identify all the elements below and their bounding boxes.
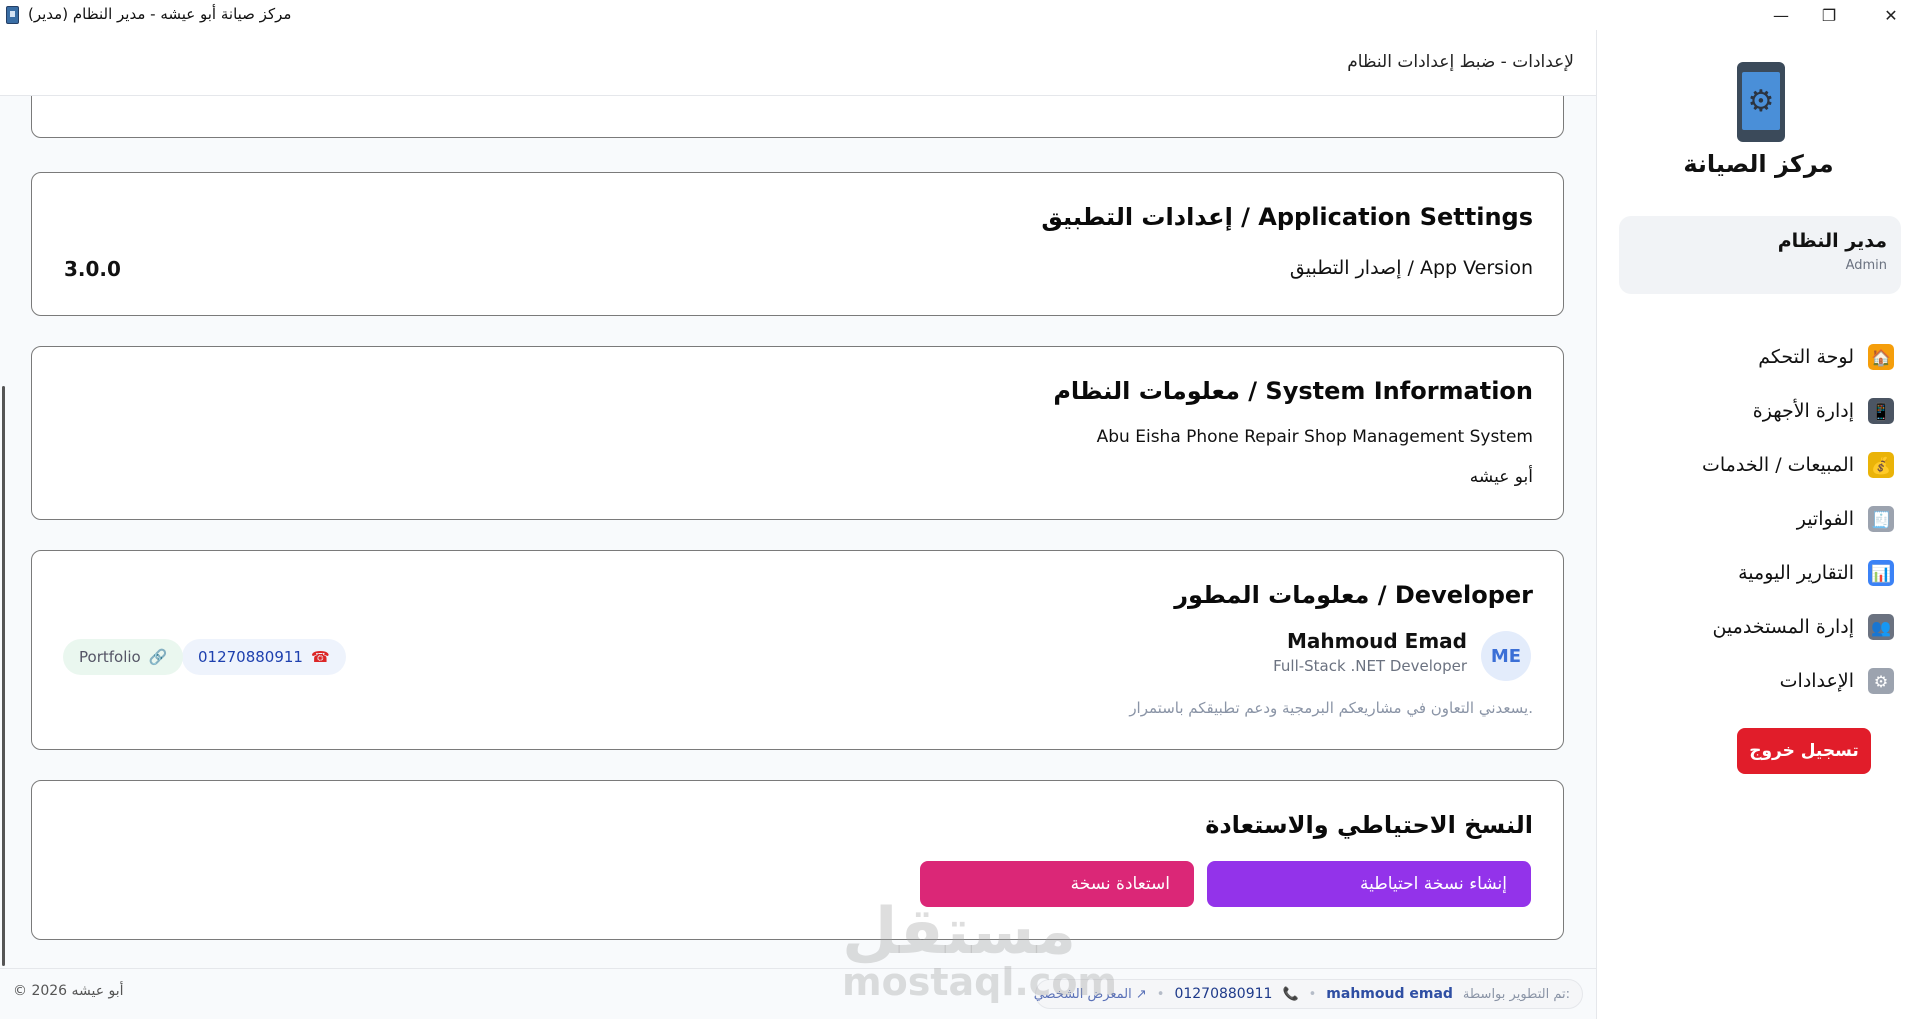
backup-card: النسخ الاحتياطي والاستعادة إنشاء نسخة اح… (31, 780, 1564, 940)
app-version-value: 3.0.0 (64, 257, 121, 281)
credit-portfolio-link[interactable]: المعرض الشخصي ↗ (1034, 987, 1147, 1002)
sidebar-item-4[interactable]: 📊 التقارير اليومية (1597, 546, 1919, 600)
system-info-card: معلومات النظام / System Information Abu … (31, 346, 1564, 520)
window-titlebar: مركز صيانة أبو عيشه - مدير النظام (مدير)… (0, 0, 1919, 30)
brand-name: مركز الصيانة (1683, 150, 1834, 178)
app-version-label: إصدار التطبيق / App Version (1289, 257, 1533, 279)
app-settings-title: إعدادات التطبيق / Application Settings (1041, 203, 1533, 231)
phone-icon: ☎ (310, 648, 330, 666)
user-name: مدير النظام (1777, 230, 1887, 252)
sidebar-item-0[interactable]: 🏠 لوحة التحكم (1597, 330, 1919, 384)
sidebar-item-label: المبيعات / الخدمات (1702, 454, 1854, 476)
window-title: مركز صيانة أبو عيشه - مدير النظام (مدير) (28, 5, 292, 23)
app-settings-card: إعدادات التطبيق / Application Settings إ… (31, 172, 1564, 316)
device-icon: 📱 (1868, 398, 1894, 424)
user-card: مدير النظام Admin (1619, 216, 1901, 294)
system-name: Abu Eisha Phone Repair Shop Management S… (1096, 427, 1533, 447)
gear-icon: ⚙ (1742, 72, 1780, 130)
sidebar-item-label: الفواتير (1796, 508, 1854, 530)
sidebar-item-5[interactable]: 👥 إدارة المستخدمين (1597, 600, 1919, 654)
user-role: Admin (1845, 258, 1887, 273)
shop-name: أبو عيشه (1469, 467, 1533, 487)
sidebar: ⚙ مركز الصيانة مدير النظام Admin 🏠 لوحة ا… (1596, 30, 1919, 1019)
system-info-title: معلومات النظام / System Information (1053, 377, 1533, 405)
developer-title: معلومات المطور / Developer (1174, 581, 1533, 609)
sidebar-item-1[interactable]: 📱 إدارة الأجهزة (1597, 384, 1919, 438)
maximize-button[interactable]: ❐ (1801, 0, 1857, 30)
footer: © 2026 أبو عيشه تم التطوير بواسطة: mahmo… (0, 968, 1596, 1019)
sidebar-item-6[interactable]: ⚙ الإعدادات (1597, 654, 1919, 708)
phone-icon: 📞 (1282, 986, 1299, 1002)
credit-name[interactable]: mahmoud emad (1326, 986, 1453, 1002)
settings-content[interactable]: إعدادات التطبيق / Application Settings إ… (0, 96, 1596, 968)
sidebar-item-3[interactable]: 🧾 الفواتير (1597, 492, 1919, 546)
credit-label: تم التطوير بواسطة: (1462, 986, 1570, 1002)
home-icon: 🏠 (1868, 344, 1894, 370)
sidebar-item-label: إدارة الأجهزة (1752, 400, 1854, 422)
restore-backup-button[interactable]: استعادة نسخة (920, 861, 1194, 907)
chart-icon: 📊 (1868, 560, 1894, 586)
app-icon (6, 6, 19, 24)
developer-card: معلومات المطور / Developer ME Mahmoud Em… (31, 550, 1564, 750)
sidebar-item-label: لوحة التحكم (1758, 346, 1854, 368)
developer-name: Mahmoud Emad (1286, 629, 1467, 653)
users-icon: 👥 (1868, 614, 1894, 640)
separator-dot: • (1308, 986, 1317, 1002)
close-window-button[interactable]: ✕ (1863, 0, 1919, 30)
copyright: © 2026 أبو عيشه (13, 983, 124, 999)
main-area: لإعدادات - ضبط إعدادات النظام إعدادات ال… (0, 30, 1596, 1019)
page-title: لإعدادات - ضبط إعدادات النظام (1347, 52, 1574, 72)
link-icon: 🔗 (148, 648, 168, 666)
create-backup-button[interactable]: إنشاء نسخة احتياطية (1207, 861, 1531, 907)
gear-icon: ⚙ (1868, 668, 1894, 694)
page-header: لإعدادات - ضبط إعدادات النظام (0, 30, 1596, 96)
sidebar-item-label: التقارير اليومية (1738, 562, 1854, 584)
sidebar-nav: 🏠 لوحة التحكم 📱 إدارة الأجهزة 💰 المبيعات / ال… (1597, 330, 1919, 708)
credit-phone[interactable]: 01270880911 (1174, 986, 1272, 1002)
portfolio-chip[interactable]: Portfolio 🔗 (63, 639, 184, 675)
backup-title: النسخ الاحتياطي والاستعادة (1205, 811, 1533, 839)
developer-avatar: ME (1481, 631, 1531, 681)
sidebar-item-2[interactable]: 💰 المبيعات / الخدمات (1597, 438, 1919, 492)
phone-logo-icon: ⚙ (1737, 62, 1785, 142)
portfolio-label: Portfolio (79, 648, 141, 666)
previous-card (31, 96, 1564, 138)
invoice-icon: 🧾 (1868, 506, 1894, 532)
logout-button[interactable]: تسجيل خروج (1737, 728, 1871, 774)
scrollbar[interactable] (2, 386, 5, 966)
sidebar-item-label: إدارة المستخدمين (1712, 616, 1854, 638)
developer-phone: 01270880911 (198, 648, 303, 666)
money-bag-icon: 💰 (1868, 452, 1894, 478)
developer-note: يسعدني التعاون في مشاريعكم البرمجية ودعم… (1129, 699, 1533, 717)
sidebar-item-label: الإعدادات (1779, 670, 1854, 692)
separator-dot: • (1156, 986, 1165, 1002)
developer-role: Full-Stack .NET Developer (1273, 657, 1467, 675)
developer-credit: تم التطوير بواسطة: mahmoud emad • 📞 0127… (1034, 979, 1583, 1009)
developer-phone-chip[interactable]: 01270880911 ☎ (182, 639, 346, 675)
